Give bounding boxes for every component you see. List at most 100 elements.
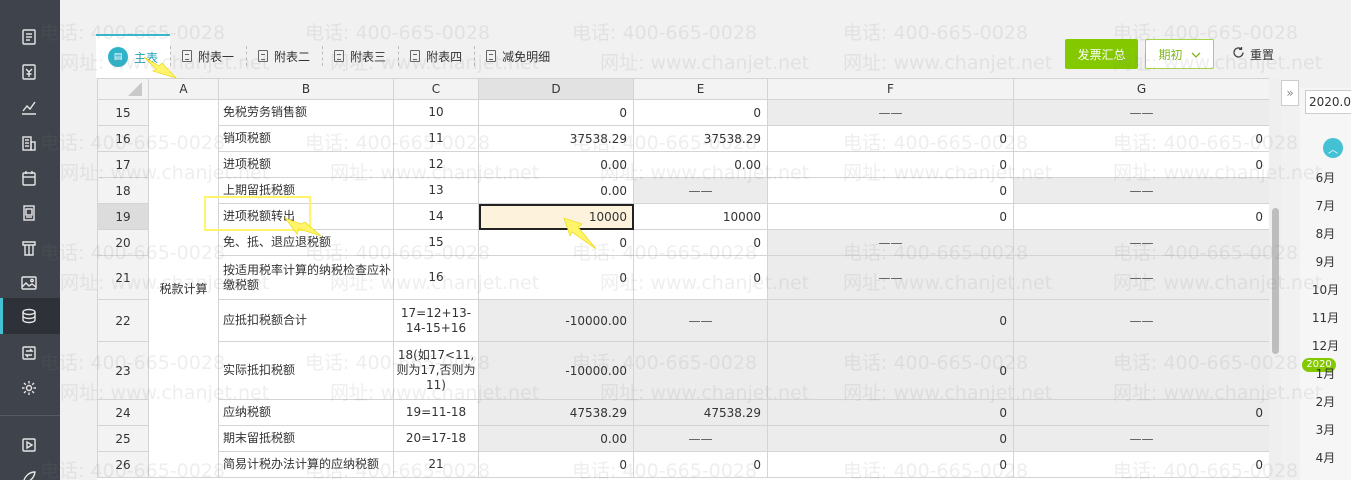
value-cell-g[interactable]: 0 xyxy=(1013,451,1269,478)
video-icon[interactable] xyxy=(18,434,40,456)
row-number[interactable]: 24 xyxy=(97,399,149,426)
month-item[interactable]: 9月 xyxy=(1300,253,1351,270)
line-no-cell[interactable]: 12 xyxy=(393,151,479,178)
item-name-cell[interactable]: 销项税额 xyxy=(218,125,394,152)
tab-schedule-2[interactable]: 附表二 xyxy=(246,34,322,78)
item-name-cell[interactable]: 实际抵扣税额 xyxy=(218,341,394,400)
building-icon[interactable] xyxy=(18,132,40,154)
line-no-cell[interactable]: 21 xyxy=(393,451,479,478)
value-cell-d[interactable]: 0.00 xyxy=(478,151,634,178)
line-no-cell[interactable]: 16 xyxy=(393,255,479,300)
item-name-cell[interactable]: 期末留抵税额 xyxy=(218,425,394,452)
month-item[interactable]: 3月 xyxy=(1300,421,1351,438)
row-number[interactable]: 21 xyxy=(97,255,149,300)
value-cell-e[interactable]: 0 xyxy=(633,255,768,300)
line-no-cell[interactable]: 11 xyxy=(393,125,479,152)
value-cell-e[interactable]: 37538.29 xyxy=(633,125,768,152)
row-number[interactable]: 26 xyxy=(97,451,149,478)
month-item[interactable]: 8月 xyxy=(1300,225,1351,242)
row-number[interactable]: 22 xyxy=(97,299,149,342)
calendar-icon[interactable] xyxy=(18,167,40,189)
month-item[interactable]: 11月 xyxy=(1300,309,1351,326)
value-cell-g[interactable]: 0 xyxy=(1013,399,1269,426)
value-cell-g[interactable] xyxy=(1013,341,1269,400)
value-cell-e[interactable]: 0 xyxy=(633,451,768,478)
value-cell-g[interactable]: —— xyxy=(1013,299,1269,342)
value-cell-d[interactable]: 47538.29 xyxy=(478,399,634,426)
value-cell-d[interactable]: 0 xyxy=(478,451,634,478)
value-cell-g[interactable]: —— xyxy=(1013,99,1269,126)
month-item[interactable]: 1月 xyxy=(1300,365,1351,382)
report-icon[interactable] xyxy=(18,202,40,224)
item-name-cell[interactable]: 进项税额转出 xyxy=(218,203,394,230)
value-cell-f[interactable]: 0 xyxy=(767,299,1014,342)
tab-schedule-3[interactable]: 附表三 xyxy=(322,34,398,78)
line-no-cell[interactable]: 19=11-18 xyxy=(393,399,479,426)
expand-panel-icon[interactable]: » xyxy=(1281,80,1299,106)
vertical-scrollbar[interactable] xyxy=(1269,78,1281,480)
value-cell-f[interactable]: 0 xyxy=(767,341,1014,400)
value-cell-d[interactable]: 0 xyxy=(478,99,634,126)
value-cell-f[interactable]: —— xyxy=(767,99,1014,126)
invoice-icon[interactable] xyxy=(18,237,40,259)
item-name-cell[interactable]: 免税劳务销售额 xyxy=(218,99,394,126)
row-number[interactable]: 25 xyxy=(97,425,149,452)
value-cell-g[interactable]: 0 xyxy=(1013,125,1269,152)
line-no-cell[interactable]: 18(如17<11,则为17,否则为11) xyxy=(393,341,479,400)
value-cell-g[interactable]: —— xyxy=(1013,255,1269,300)
value-cell-e[interactable]: 0 xyxy=(633,229,768,256)
value-cell-g[interactable]: 0 xyxy=(1013,151,1269,178)
image-icon[interactable] xyxy=(18,272,40,294)
line-no-cell[interactable]: 15 xyxy=(393,229,479,256)
column-header-g[interactable]: G xyxy=(1013,78,1269,100)
tab-main[interactable]: ▤ 主表 xyxy=(96,34,171,78)
value-cell-f[interactable]: —— xyxy=(767,229,1014,256)
line-no-cell[interactable]: 14 xyxy=(393,203,479,230)
settings-icon[interactable] xyxy=(18,377,40,399)
value-cell-d[interactable]: 37538.29 xyxy=(478,125,634,152)
value-cell-f[interactable]: 0 xyxy=(767,203,1014,230)
month-item[interactable]: 2月 xyxy=(1300,393,1351,410)
tab-schedule-1[interactable]: 附表一 xyxy=(170,34,246,78)
item-name-cell[interactable]: 应纳税额 xyxy=(218,399,394,426)
value-cell-e[interactable]: —— xyxy=(633,299,768,342)
voucher-icon[interactable] xyxy=(18,61,40,83)
value-cell-d[interactable]: 0.00 xyxy=(478,177,634,204)
value-cell-d[interactable]: -10000.00 xyxy=(478,299,634,342)
ledger-icon[interactable] xyxy=(18,26,40,48)
exchange-icon[interactable] xyxy=(18,342,40,364)
month-item[interactable]: 12月 xyxy=(1300,337,1351,354)
value-cell-e[interactable]: 0 xyxy=(633,99,768,126)
corner-cell[interactable] xyxy=(97,78,149,100)
period-date-input[interactable]: 2020.05 xyxy=(1305,90,1351,114)
column-header-e[interactable]: E xyxy=(633,78,768,100)
line-no-cell[interactable]: 20=17-18 xyxy=(393,425,479,452)
row-number[interactable]: 19 xyxy=(97,203,149,230)
value-cell-g[interactable]: —— xyxy=(1013,177,1269,204)
value-cell-f[interactable]: 0 xyxy=(767,425,1014,452)
period-dropdown[interactable]: 期初 xyxy=(1145,39,1214,69)
month-item[interactable]: 6月 xyxy=(1300,169,1351,186)
row-number[interactable]: 16 xyxy=(97,125,149,152)
line-no-cell[interactable]: 10 xyxy=(393,99,479,126)
tax-icon[interactable] xyxy=(18,305,40,327)
value-cell-e[interactable]: 0.00 xyxy=(633,151,768,178)
column-header-a[interactable]: A xyxy=(148,78,219,100)
item-name-cell[interactable]: 简易计税办法计算的应纳税额 xyxy=(218,451,394,478)
value-cell-f[interactable]: 0 xyxy=(767,125,1014,152)
value-cell-e[interactable] xyxy=(633,341,768,400)
value-cell-g[interactable]: —— xyxy=(1013,229,1269,256)
scrollbar-thumb[interactable] xyxy=(1272,208,1279,354)
month-item[interactable]: 7月 xyxy=(1300,197,1351,214)
leaf-icon[interactable] xyxy=(18,466,40,480)
row-number[interactable]: 17 xyxy=(97,151,149,178)
column-header-b[interactable]: B xyxy=(218,78,394,100)
value-cell-g[interactable]: —— xyxy=(1013,425,1269,452)
column-header-f[interactable]: F xyxy=(767,78,1014,100)
item-name-cell[interactable]: 应抵扣税额合计 xyxy=(218,299,394,342)
chart-icon[interactable] xyxy=(18,97,40,119)
reset-button[interactable]: 重置 xyxy=(1232,44,1274,64)
value-cell-e[interactable]: 47538.29 xyxy=(633,399,768,426)
value-cell-f[interactable]: —— xyxy=(767,255,1014,300)
row-number[interactable]: 18 xyxy=(97,177,149,204)
